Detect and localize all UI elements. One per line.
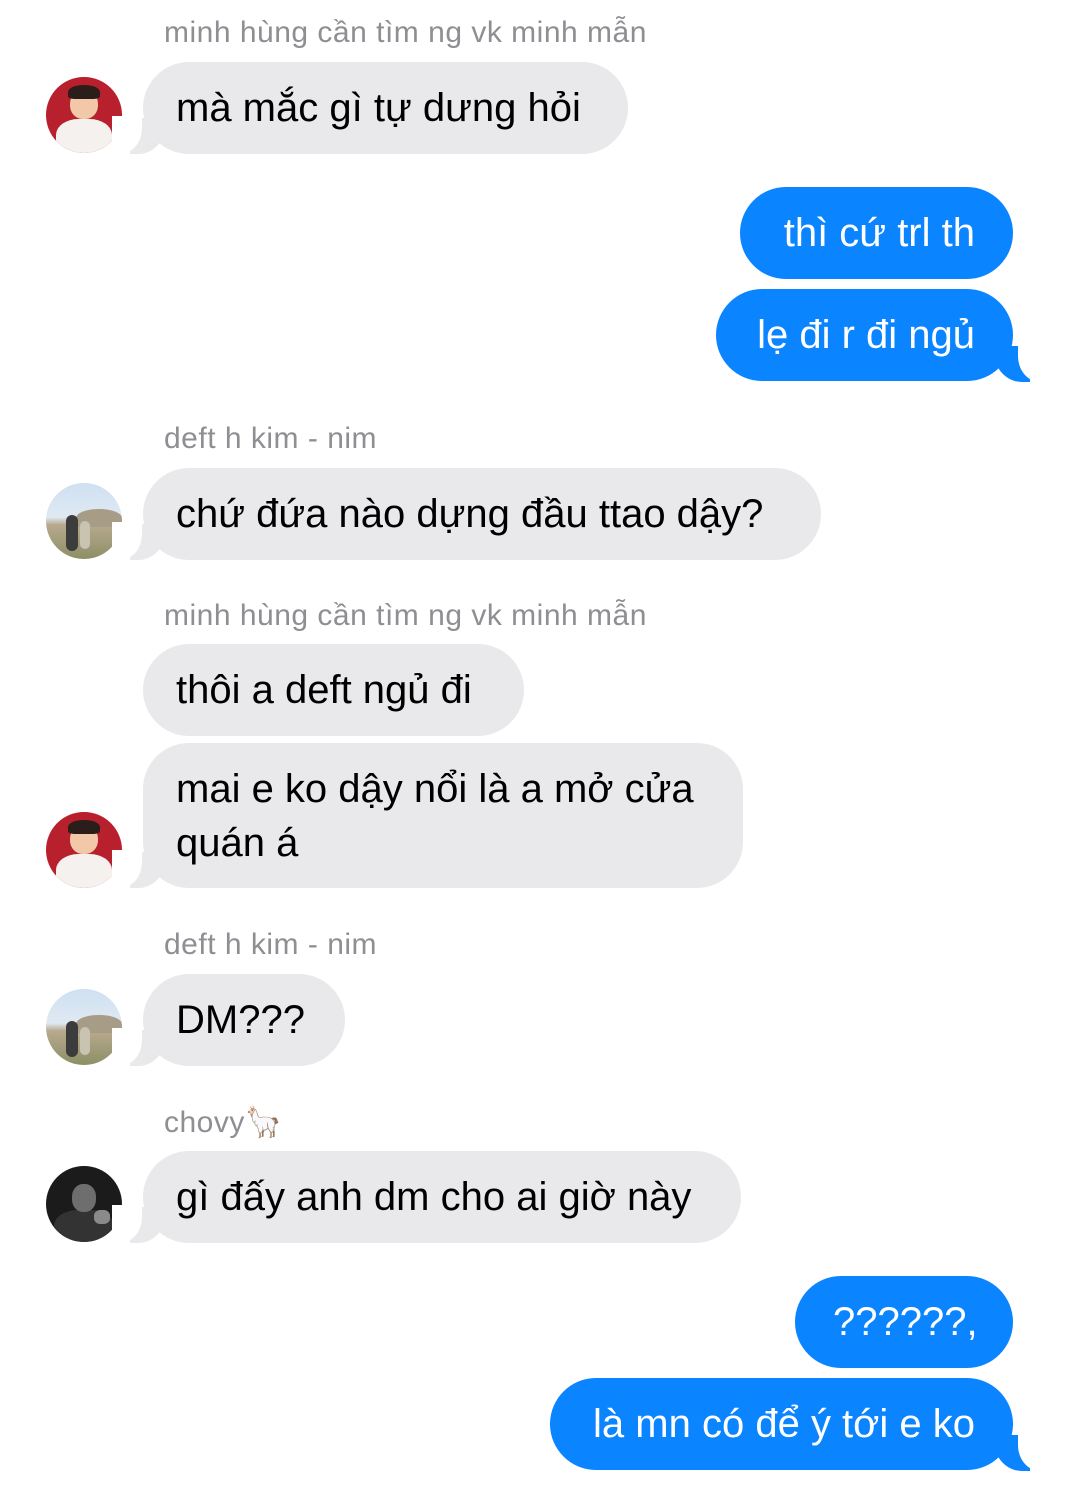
outgoing-message[interactable]: thì cứ trl th	[740, 187, 1013, 279]
message-text: DM???	[176, 998, 305, 1042]
incoming-message[interactable]: mà mắc gì tự dưng hỏi	[143, 62, 628, 154]
message-text: ??????,	[833, 1300, 978, 1344]
outgoing-message[interactable]: ??????,	[795, 1276, 1013, 1368]
message-text: chứ đứa nào dựng đầu ttao dậy?	[176, 492, 764, 536]
llama-emoji-icon: 🦙	[244, 1106, 283, 1139]
avatar[interactable]	[46, 483, 122, 559]
incoming-message[interactable]: gì đấy anh dm cho ai giờ này	[143, 1151, 741, 1243]
avatar[interactable]	[46, 812, 122, 888]
avatar[interactable]	[46, 989, 122, 1065]
incoming-message[interactable]: mai e ko dậy nổi là a mở cửa quán á	[143, 743, 743, 888]
message-text: thôi a deft ngủ đi	[176, 668, 472, 712]
avatar[interactable]	[46, 77, 122, 153]
outgoing-message[interactable]: là mn có để ý tới e ko	[550, 1378, 1013, 1470]
incoming-message[interactable]: thôi a deft ngủ đi	[143, 644, 524, 736]
message-text: là mn có để ý tới e ko	[593, 1402, 975, 1446]
sender-name: chovy🦙	[164, 1105, 283, 1140]
avatar[interactable]	[46, 1166, 122, 1242]
outgoing-message[interactable]: lẹ đi r đi ngủ	[716, 289, 1013, 381]
message-text: thì cứ trl th	[783, 211, 975, 255]
incoming-message[interactable]: chứ đứa nào dựng đầu ttao dậy?	[143, 468, 821, 560]
incoming-message[interactable]: DM???	[143, 974, 345, 1066]
message-text-line2: quán á	[176, 821, 299, 865]
message-text: gì đấy anh dm cho ai giờ này	[176, 1175, 692, 1219]
sender-name: minh hùng cần tìm ng vk minh mẫn	[164, 599, 647, 632]
sender-name-text: chovy	[164, 1106, 245, 1139]
sender-name: deft h kim - nim	[164, 928, 378, 961]
sender-name: deft h kim - nim	[164, 422, 378, 455]
message-text: lẹ đi r đi ngủ	[757, 313, 975, 357]
sender-name: minh hùng cần tìm ng vk minh mẫn	[164, 16, 647, 49]
message-text: mai e ko dậy nổi là a mở cửa	[176, 767, 694, 811]
message-text: mà mắc gì tự dưng hỏi	[176, 86, 581, 130]
